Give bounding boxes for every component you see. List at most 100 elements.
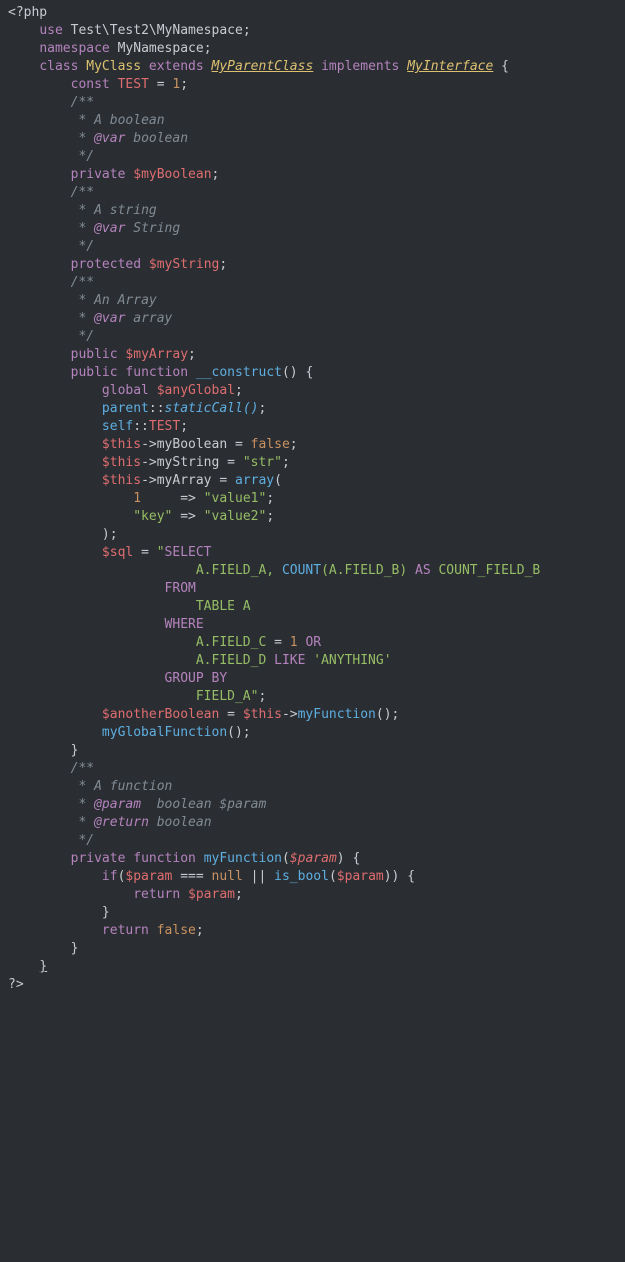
code-token: ( xyxy=(274,473,282,488)
code-line: /** xyxy=(8,94,617,112)
code-token xyxy=(8,293,71,308)
code-token: use xyxy=(39,23,62,38)
code-token: ) xyxy=(337,851,345,866)
code-token xyxy=(196,491,204,506)
code-line: $sql = "SELECT xyxy=(8,544,617,562)
code-line: return $param; xyxy=(8,886,617,904)
code-token: $this xyxy=(243,707,282,722)
code-token: array xyxy=(235,473,274,488)
code-token: -> xyxy=(141,455,157,470)
code-token: $param xyxy=(188,887,235,902)
code-token xyxy=(266,869,274,884)
code-token: MyClass xyxy=(86,59,141,74)
code-token xyxy=(8,221,71,236)
code-token: * An Array xyxy=(71,293,157,308)
code-token: if xyxy=(102,869,118,884)
code-token xyxy=(8,941,71,956)
code-token xyxy=(8,419,102,434)
code-token: implements xyxy=(321,59,399,74)
code-token xyxy=(8,167,71,182)
code-token: * xyxy=(71,221,94,236)
code-token xyxy=(8,311,71,326)
code-line: A.FIELD_A, COUNT(A.FIELD_B) AS COUNT_FIE… xyxy=(8,562,617,580)
code-token xyxy=(8,95,71,110)
code-token: ?> xyxy=(8,977,24,992)
code-line: } xyxy=(8,742,617,760)
code-token: * xyxy=(71,797,94,812)
code-token xyxy=(149,923,157,938)
code-line: FROM xyxy=(8,580,617,598)
code-token: ; xyxy=(188,347,196,362)
code-token xyxy=(8,815,71,830)
code-token xyxy=(493,59,501,74)
code-token xyxy=(149,77,157,92)
code-token: => xyxy=(180,509,196,524)
code-token xyxy=(141,491,180,506)
code-line: class MyClass extends MyParentClass impl… xyxy=(8,58,617,76)
code-token: */ xyxy=(71,833,94,848)
code-token xyxy=(8,725,102,740)
code-token: ( xyxy=(282,851,290,866)
code-token: false xyxy=(157,923,196,938)
code-line: $this->myString = "str"; xyxy=(8,454,617,472)
code-line: A.FIELD_C = 1 OR xyxy=(8,634,617,652)
code-token: myFunction xyxy=(204,851,282,866)
code-token: )) xyxy=(384,869,400,884)
code-line: if($param === null || is_bool($param)) { xyxy=(8,868,617,886)
code-token: * A string xyxy=(71,203,157,218)
code-token: -> xyxy=(282,707,298,722)
code-token: $param xyxy=(290,851,337,866)
code-token: 1 xyxy=(133,491,141,506)
code-token: __construct xyxy=(196,365,282,380)
code-line: * A function xyxy=(8,778,617,796)
code-token: myBoolean xyxy=(157,437,227,452)
code-token xyxy=(180,887,188,902)
code-token: myFunction xyxy=(298,707,376,722)
code-token: is_bool xyxy=(274,869,329,884)
code-line: * A boolean xyxy=(8,112,617,130)
code-token: ; xyxy=(235,383,243,398)
code-line: * @var String xyxy=(8,220,617,238)
code-token: $anotherBoolean xyxy=(102,707,219,722)
code-token xyxy=(8,473,102,488)
code-token xyxy=(204,869,212,884)
code-token: $myBoolean xyxy=(133,167,211,182)
code-token: */ xyxy=(71,149,94,164)
code-token: ; xyxy=(266,491,274,506)
code-token: boolean $param xyxy=(141,797,266,812)
code-token: /** xyxy=(71,275,94,290)
code-token xyxy=(8,797,71,812)
code-token: { xyxy=(305,365,313,380)
code-token xyxy=(8,113,71,128)
code-token: String xyxy=(125,221,180,236)
code-token: null xyxy=(212,869,243,884)
code-token: $myArray xyxy=(125,347,188,362)
code-token xyxy=(8,527,102,542)
code-token xyxy=(8,833,71,848)
code-token xyxy=(196,851,204,866)
code-token: ; xyxy=(204,41,212,56)
code-line: const TEST = 1; xyxy=(8,76,617,94)
code-token xyxy=(8,581,165,596)
code-token xyxy=(8,959,39,974)
code-token xyxy=(8,617,165,632)
code-token: ; xyxy=(290,437,298,452)
code-token xyxy=(188,365,196,380)
code-token: OR xyxy=(305,635,321,650)
code-token: $this xyxy=(102,455,141,470)
code-token xyxy=(8,59,39,74)
code-line: } xyxy=(8,940,617,958)
code-token: { xyxy=(501,59,509,74)
code-token: COUNT_FIELD_B xyxy=(431,563,541,578)
code-line: parent::staticCall(); xyxy=(8,400,617,418)
code-token: ; xyxy=(180,77,188,92)
code-token: TEST xyxy=(118,77,149,92)
code-line: A.FIELD_D LIKE 'ANYTHING' xyxy=(8,652,617,670)
code-token: $this xyxy=(102,473,141,488)
code-block: <?php use Test\Test2\MyNamespace; namesp… xyxy=(0,0,625,998)
code-token xyxy=(8,851,71,866)
code-token xyxy=(243,437,251,452)
code-token: } xyxy=(102,905,110,920)
code-line: /** xyxy=(8,760,617,778)
code-token: parent xyxy=(102,401,149,416)
